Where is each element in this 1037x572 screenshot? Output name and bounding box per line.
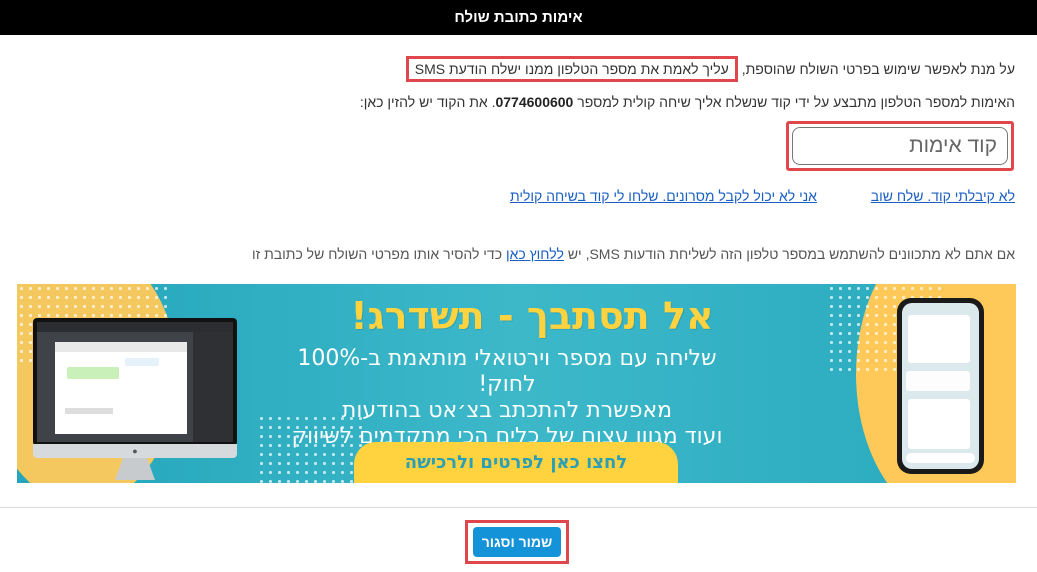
phone-screen xyxy=(902,303,979,469)
save-button-highlight: שמור וסגור xyxy=(465,520,569,564)
monitor-screen xyxy=(37,322,233,442)
banner-line-1: שליחה עם מספר וירטואלי מותאמת ב-100% לחו… xyxy=(297,346,717,397)
instructions-text: האימות למספר הטלפון מתבצע על ידי קוד שנש… xyxy=(360,94,1015,110)
code-input-highlight xyxy=(786,121,1014,171)
banner-description: שליחה עם מספר וירטואלי מותאמת ב-100% לחו… xyxy=(287,346,727,450)
banner-title: אל תסתבך - תשדרג! xyxy=(350,294,714,338)
intro-text-start: על מנת לאפשר שימוש בפרטי השולח שהוספת, xyxy=(737,61,1015,77)
phone-number: 0774600600 xyxy=(495,94,574,110)
monitor-illustration xyxy=(33,318,237,446)
phone-illustration xyxy=(897,298,984,474)
footer-divider xyxy=(0,507,1037,508)
intro-highlight: עליך לאמת את מספר הטלפון ממנו ישלח הודעת… xyxy=(405,56,738,82)
instructions-end: . את הקוד יש להזין כאן: xyxy=(359,94,496,110)
resend-code-link[interactable]: לא קיבלתי קוד. שלח שוב xyxy=(871,188,1015,204)
verification-code-input[interactable] xyxy=(792,127,1008,165)
remove-note-end: כדי להסיר אותו מפרטי השולח של כתובת זו xyxy=(252,246,506,262)
resend-links: לא קיבלתי קוד. שלח שוב אני לא יכול לקבל … xyxy=(510,188,1015,204)
remove-number-note: אם אתם לא מתכוונים להשתמש במספר טלפון הז… xyxy=(252,246,1015,262)
apple-icon: ● xyxy=(33,444,237,458)
remove-note-start: אם אתם לא מתכוונים להשתמש במספר טלפון הז… xyxy=(563,246,1015,262)
remove-number-link[interactable]: ללחוץ כאן xyxy=(506,246,564,262)
dialog-title: אימות כתובת שולח xyxy=(0,0,1037,35)
instructions-start: האימות למספר הטלפון מתבצע על ידי קוד שנש… xyxy=(573,94,1015,110)
banner-cta-button[interactable]: לחצו כאן לפרטים ולרכישה xyxy=(354,442,678,483)
save-and-close-button[interactable]: שמור וסגור xyxy=(473,527,561,557)
voice-call-link[interactable]: אני לא יכול לקבל מסרונים. שלחו לי קוד בש… xyxy=(510,188,817,204)
promo-banner[interactable]: ● אל תסתבך - תשדרג! שליחה עם מספר וירטוא… xyxy=(17,284,1016,483)
banner-line-2: מאפשרת להתכתב בצ׳אט בהודעות xyxy=(341,398,673,423)
intro-text: על מנת לאפשר שימוש בפרטי השולח שהוספת, ע… xyxy=(405,56,1015,82)
